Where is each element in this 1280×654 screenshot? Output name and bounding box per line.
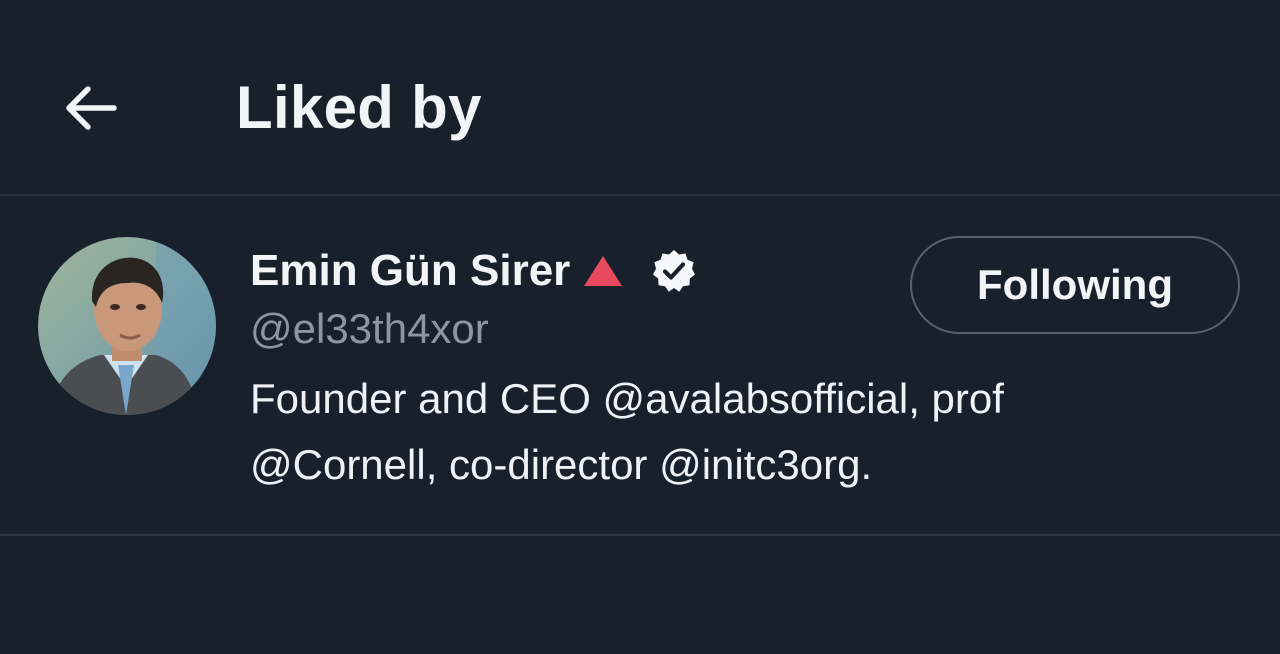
header-bar: Liked by — [0, 0, 1280, 196]
following-button[interactable]: Following — [910, 236, 1240, 334]
avatar[interactable] — [38, 237, 216, 415]
liked-by-screen: Liked by Emin Gün Sirer @el33th4xor Foun… — [0, 0, 1280, 654]
back-button[interactable] — [56, 72, 128, 144]
red-triangle-icon — [582, 254, 624, 288]
page-title: Liked by — [236, 74, 482, 141]
bio-line: Founder and CEO @avalabsofficial, prof — [250, 375, 1004, 422]
bio-line: @Cornell, co-director @initc3org. — [250, 441, 873, 488]
display-name[interactable]: Emin Gün Sirer — [250, 240, 570, 302]
user-handle[interactable]: @el33th4xor — [250, 300, 489, 358]
user-list-item[interactable]: Emin Gün Sirer @el33th4xor Founder and C… — [0, 196, 1280, 536]
user-bio: Founder and CEO @avalabsofficial, prof @… — [250, 366, 1230, 498]
arrow-left-icon — [66, 86, 117, 130]
avatar-image — [38, 237, 216, 415]
name-line: Emin Gün Sirer — [250, 240, 698, 302]
verified-badge-icon — [650, 247, 698, 295]
